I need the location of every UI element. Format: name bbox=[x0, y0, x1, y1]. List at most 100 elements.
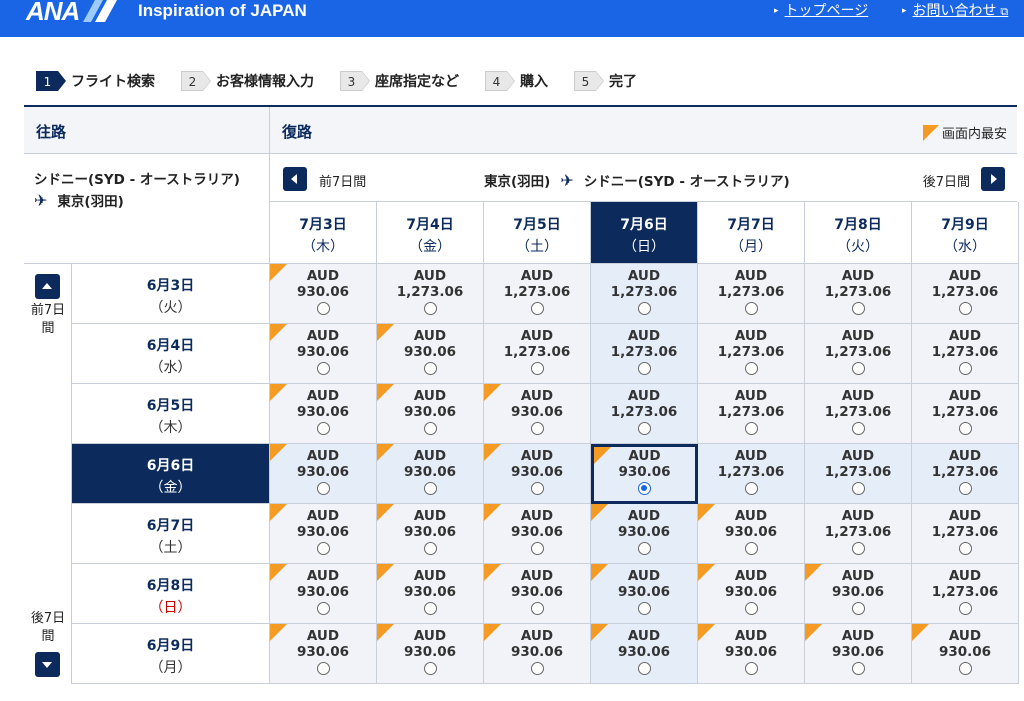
fare-radio[interactable] bbox=[744, 362, 758, 375]
fare-cell[interactable]: AUD 1,273.06 bbox=[912, 504, 1019, 564]
outbound-prev-label[interactable]: 前7日間 bbox=[26, 302, 70, 338]
next-week-button[interactable] bbox=[981, 167, 1005, 191]
fare-radio[interactable] bbox=[958, 542, 972, 555]
fare-cell[interactable]: AUD 930.06 bbox=[591, 564, 698, 624]
fare-radio[interactable] bbox=[958, 422, 972, 435]
fare-cell[interactable]: AUD 930.06 bbox=[591, 444, 698, 504]
fare-radio[interactable] bbox=[423, 662, 437, 675]
fare-radio[interactable] bbox=[316, 302, 330, 315]
top-page-link[interactable]: ▸ トップページ bbox=[774, 1, 868, 19]
fare-radio[interactable] bbox=[423, 422, 437, 435]
fare-radio[interactable] bbox=[423, 482, 437, 495]
fare-cell[interactable]: AUD 930.06 bbox=[484, 624, 591, 684]
fare-cell[interactable]: AUD 1,273.06 bbox=[484, 324, 591, 384]
fare-cell[interactable]: AUD 1,273.06 bbox=[805, 444, 912, 504]
fare-cell[interactable]: AUD 930.06 bbox=[698, 504, 805, 564]
fare-cell[interactable]: AUD 930.06 bbox=[270, 384, 377, 444]
fare-radio[interactable] bbox=[851, 542, 865, 555]
fare-radio[interactable] bbox=[637, 302, 651, 315]
prev-week-button[interactable] bbox=[283, 167, 307, 191]
fare-cell[interactable]: AUD 1,273.06 bbox=[377, 264, 484, 324]
fare-radio[interactable] bbox=[851, 422, 865, 435]
fare-radio[interactable] bbox=[744, 422, 758, 435]
fare-cell[interactable]: AUD 930.06 bbox=[270, 624, 377, 684]
fare-cell[interactable]: AUD 1,273.06 bbox=[591, 384, 698, 444]
fare-radio[interactable] bbox=[851, 602, 865, 615]
fare-cell[interactable]: AUD 930.06 bbox=[270, 444, 377, 504]
fare-radio[interactable] bbox=[530, 482, 544, 495]
fare-radio[interactable] bbox=[530, 422, 544, 435]
fare-radio[interactable] bbox=[530, 662, 544, 675]
fare-radio[interactable] bbox=[744, 482, 758, 495]
fare-radio[interactable] bbox=[958, 602, 972, 615]
fare-radio[interactable] bbox=[316, 662, 330, 675]
fare-cell[interactable]: AUD 1,273.06 bbox=[698, 324, 805, 384]
fare-radio[interactable] bbox=[316, 422, 330, 435]
fare-cell[interactable]: AUD 930.06 bbox=[377, 324, 484, 384]
fare-radio[interactable] bbox=[851, 662, 865, 675]
fare-radio[interactable] bbox=[530, 602, 544, 615]
fare-radio[interactable] bbox=[316, 542, 330, 555]
fare-radio[interactable] bbox=[316, 602, 330, 615]
fare-cell[interactable]: AUD 930.06 bbox=[591, 504, 698, 564]
fare-radio[interactable] bbox=[958, 302, 972, 315]
fare-radio[interactable] bbox=[851, 482, 865, 495]
fare-cell[interactable]: AUD 1,273.06 bbox=[805, 264, 912, 324]
fare-radio[interactable] bbox=[530, 542, 544, 555]
fare-cell[interactable]: AUD 1,273.06 bbox=[912, 384, 1019, 444]
fare-cell[interactable]: AUD 1,273.06 bbox=[912, 264, 1019, 324]
fare-cell[interactable]: AUD 930.06 bbox=[591, 624, 698, 684]
fare-cell[interactable]: AUD 930.06 bbox=[377, 504, 484, 564]
fare-cell[interactable]: AUD 930.06 bbox=[270, 264, 377, 324]
fare-cell[interactable]: AUD 1,273.06 bbox=[591, 264, 698, 324]
fare-radio[interactable] bbox=[851, 302, 865, 315]
fare-cell[interactable]: AUD 1,273.06 bbox=[698, 384, 805, 444]
fare-radio[interactable] bbox=[744, 662, 758, 675]
fare-radio[interactable] bbox=[316, 362, 330, 375]
fare-cell[interactable]: AUD 930.06 bbox=[484, 384, 591, 444]
fare-radio[interactable] bbox=[637, 602, 651, 615]
fare-cell[interactable]: AUD 930.06 bbox=[377, 384, 484, 444]
fare-cell[interactable]: AUD 1,273.06 bbox=[912, 324, 1019, 384]
fare-radio[interactable] bbox=[423, 602, 437, 615]
fare-cell[interactable]: AUD 930.06 bbox=[270, 564, 377, 624]
next-week-label[interactable]: 後7日間 bbox=[923, 171, 970, 190]
fare-radio[interactable] bbox=[744, 302, 758, 315]
fare-cell[interactable]: AUD 930.06 bbox=[377, 624, 484, 684]
fare-cell[interactable]: AUD 1,273.06 bbox=[591, 324, 698, 384]
fare-radio[interactable] bbox=[530, 362, 544, 375]
fare-cell[interactable]: AUD 930.06 bbox=[805, 624, 912, 684]
fare-radio[interactable] bbox=[851, 362, 865, 375]
fare-cell[interactable]: AUD 930.06 bbox=[698, 564, 805, 624]
fare-cell[interactable]: AUD 930.06 bbox=[377, 564, 484, 624]
fare-radio[interactable] bbox=[637, 362, 651, 375]
fare-radio[interactable] bbox=[637, 542, 651, 555]
fare-radio[interactable] bbox=[423, 362, 437, 375]
fare-cell[interactable]: AUD 1,273.06 bbox=[805, 384, 912, 444]
fare-radio[interactable] bbox=[958, 662, 972, 675]
prev-week-up-button[interactable] bbox=[35, 274, 60, 299]
fare-cell[interactable]: AUD 930.06 bbox=[698, 624, 805, 684]
fare-cell[interactable]: AUD 1,273.06 bbox=[805, 324, 912, 384]
fare-cell[interactable]: AUD 1,273.06 bbox=[698, 264, 805, 324]
fare-radio[interactable] bbox=[530, 302, 544, 315]
fare-cell[interactable]: AUD 930.06 bbox=[484, 564, 591, 624]
fare-cell[interactable]: AUD 1,273.06 bbox=[698, 444, 805, 504]
fare-cell[interactable]: AUD 930.06 bbox=[912, 624, 1019, 684]
fare-radio[interactable] bbox=[958, 482, 972, 495]
fare-cell[interactable]: AUD 1,273.06 bbox=[805, 504, 912, 564]
fare-cell[interactable]: AUD 1,273.06 bbox=[912, 444, 1019, 504]
ana-logo[interactable]: ANA bbox=[26, 0, 118, 24]
fare-cell[interactable]: AUD 930.06 bbox=[484, 444, 591, 504]
fare-radio[interactable] bbox=[744, 542, 758, 555]
contact-link[interactable]: ▸ お問い合わせ ⧉ bbox=[902, 1, 1008, 21]
prev-week-label[interactable]: 前7日間 bbox=[319, 171, 366, 190]
outbound-next-label[interactable]: 後7日間 bbox=[26, 610, 70, 646]
fare-radio[interactable] bbox=[958, 362, 972, 375]
fare-cell[interactable]: AUD 930.06 bbox=[805, 564, 912, 624]
fare-radio[interactable] bbox=[423, 302, 437, 315]
fare-radio-selected[interactable] bbox=[638, 482, 651, 495]
fare-radio[interactable] bbox=[637, 422, 651, 435]
fare-cell[interactable]: AUD 930.06 bbox=[270, 504, 377, 564]
fare-radio[interactable] bbox=[423, 542, 437, 555]
